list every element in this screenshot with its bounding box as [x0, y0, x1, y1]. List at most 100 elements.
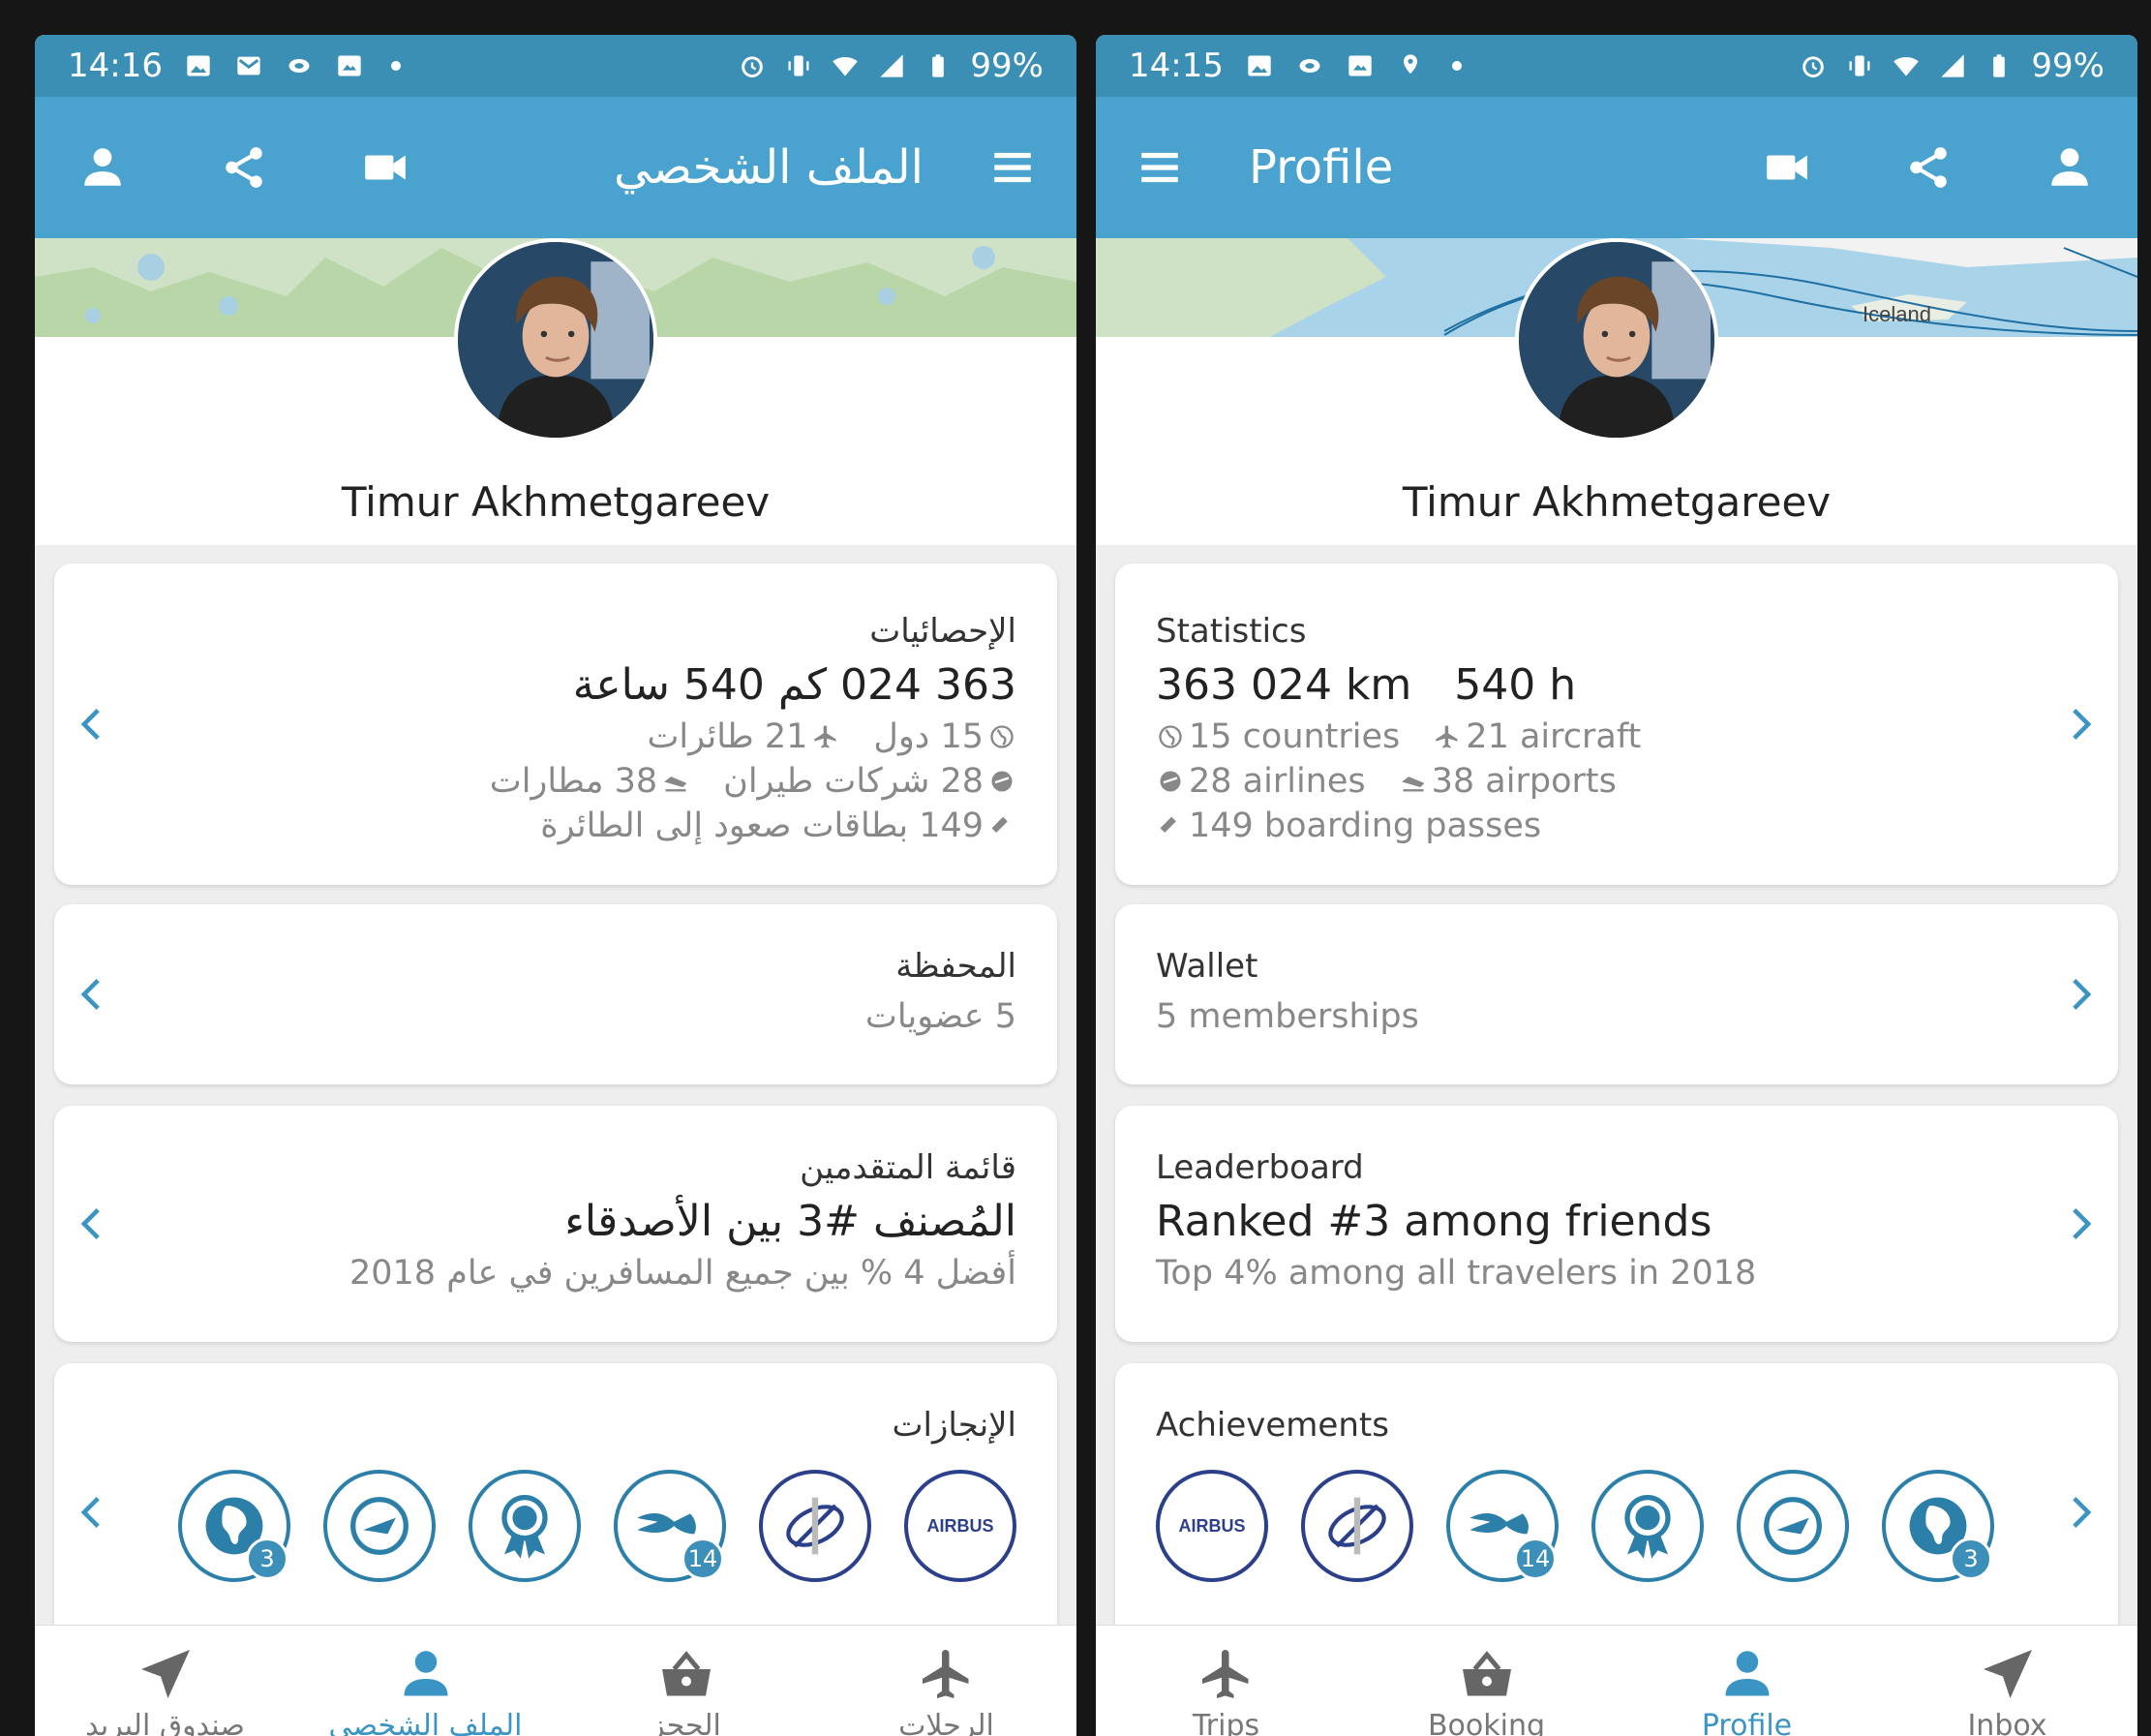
- wallet-title: Wallet: [1156, 947, 1258, 986]
- phone-screen-arabic: 14:16 99% الملف الشخصي Timur Akhmetgaree…: [35, 35, 1076, 1736]
- chevron-right-icon[interactable]: [2058, 1489, 2105, 1536]
- avatar[interactable]: [1515, 238, 1718, 442]
- airplane-icon: [1433, 722, 1462, 751]
- app-bar: Profile: [1096, 97, 2137, 238]
- wallet-card[interactable]: المحفظة 5 عضويات: [54, 904, 1057, 1084]
- eagle-badge-icon[interactable]: 14: [614, 1470, 726, 1582]
- chevron-left-icon[interactable]: [68, 1201, 114, 1247]
- medal-badge-icon[interactable]: [1591, 1470, 1704, 1582]
- africa-globe-badge-icon[interactable]: 3: [1882, 1470, 1994, 1582]
- airline-icon: [1156, 767, 1185, 796]
- battery-icon: [924, 52, 953, 79]
- leaderboard-card[interactable]: Leaderboard Ranked #3 among friends Top …: [1115, 1106, 2118, 1342]
- menu-icon[interactable]: [1129, 137, 1191, 198]
- leaderboard-card[interactable]: قائمة المتقدمين المُصنف #3 بين الأصدقاء …: [54, 1106, 1057, 1342]
- stat-countries: 15 دول: [873, 717, 1016, 756]
- photo-icon: [1346, 52, 1375, 79]
- chevron-left-icon[interactable]: [68, 701, 114, 747]
- basket-icon: [1458, 1645, 1516, 1703]
- chevron-right-icon[interactable]: [2058, 1201, 2105, 1247]
- boeing-badge-icon[interactable]: [1301, 1470, 1413, 1582]
- share-icon[interactable]: [213, 137, 275, 198]
- gmail-icon: [234, 52, 263, 79]
- app-bar: الملف الشخصي: [35, 97, 1076, 238]
- chevron-right-icon[interactable]: [2058, 971, 2105, 1018]
- map-label-iceland: Iceland: [1863, 302, 1931, 326]
- dot-icon: [390, 61, 401, 71]
- page-title: Profile: [1249, 140, 1394, 195]
- leaderboard-rank: Ranked #3 among friends: [1156, 1197, 1712, 1246]
- achievements-card[interactable]: الإنجازات AIRBUS 14 3: [54, 1363, 1057, 1654]
- stat-boarding-passes: 149 بطاقات صعود إلى الطائرة: [540, 807, 1016, 845]
- leaderboard-subtitle: أفضل 4 % بين جميع المسافرين في عام 2018: [348, 1254, 1016, 1293]
- medal-badge-icon[interactable]: [469, 1470, 581, 1582]
- location-settings-icon: [1396, 52, 1425, 79]
- nav-item-inbox[interactable]: Inbox: [1877, 1626, 2137, 1736]
- nav-label: الحجز: [651, 1709, 721, 1736]
- page-title: الملف الشخصي: [614, 140, 924, 195]
- stat-airlines: 28 airlines: [1156, 762, 1366, 801]
- airplane-icon: [811, 722, 840, 751]
- achievements-title: الإنجازات: [892, 1406, 1016, 1445]
- globe-icon: [1156, 722, 1185, 751]
- avatar[interactable]: [454, 238, 657, 442]
- leaderboard-title: قائمة المتقدمين: [800, 1148, 1016, 1187]
- wallet-subtitle: 5 عضويات: [864, 997, 1016, 1036]
- videocam-icon[interactable]: [1756, 137, 1818, 198]
- airbus-badge-icon[interactable]: AIRBUS: [904, 1470, 1016, 1582]
- chevron-left-icon[interactable]: [68, 971, 114, 1018]
- status-bar: 14:16 99%: [35, 35, 1076, 97]
- alarm-icon: [738, 52, 767, 79]
- ticket-icon: [987, 811, 1016, 840]
- wallet-card[interactable]: Wallet 5 memberships: [1115, 904, 2118, 1084]
- nav-item-booking[interactable]: Booking: [1356, 1626, 1617, 1736]
- achievements-card[interactable]: Achievements AIRBUS 14 3: [1115, 1363, 2118, 1654]
- videocam-icon[interactable]: [354, 137, 416, 198]
- menu-icon[interactable]: [982, 137, 1044, 198]
- landing-icon: [1399, 767, 1428, 796]
- airplane-icon: [1197, 1645, 1256, 1703]
- stat-airlines: 28 شركات طيران: [723, 762, 1016, 801]
- airline-icon: [987, 767, 1016, 796]
- image-icon: [184, 52, 213, 79]
- statistics-title: Statistics: [1156, 612, 1307, 651]
- globe-plane-badge-icon[interactable]: [1737, 1470, 1849, 1582]
- person-icon[interactable]: [72, 137, 134, 198]
- nav-label: Trips: [1192, 1709, 1260, 1736]
- statistics-card[interactable]: الإحصائيات 363 024 كم 540 ساعة 15 دول 21…: [54, 563, 1057, 885]
- share-icon[interactable]: [1897, 137, 1959, 198]
- achievements-title: Achievements: [1156, 1406, 1389, 1445]
- chevron-right-icon[interactable]: [2058, 701, 2105, 747]
- status-time: 14:15: [1129, 46, 1224, 85]
- eagle-badge-icon[interactable]: 14: [1446, 1470, 1559, 1582]
- nav-item-trips[interactable]: الرحلات: [816, 1626, 1076, 1736]
- stat-airports: 38 airports: [1399, 762, 1617, 801]
- africa-globe-badge-icon[interactable]: 3: [178, 1470, 290, 1582]
- nav-item-booking[interactable]: الحجز: [556, 1626, 816, 1736]
- status-time: 14:16: [68, 46, 163, 85]
- statistics-card[interactable]: Statistics 363 024 km 540 h 15 countries…: [1115, 563, 2118, 885]
- nav-label: الملف الشخصي: [328, 1709, 523, 1736]
- statistics-totals: 363 024 كم 540 ساعة: [572, 660, 1016, 710]
- globe-plane-badge-icon[interactable]: [323, 1470, 436, 1582]
- nav-label: الرحلات: [898, 1709, 994, 1736]
- profile-name: Timur Akhmetgareev: [1402, 478, 1832, 526]
- profile-name: Timur Akhmetgareev: [341, 478, 771, 526]
- stat-countries: 15 countries: [1156, 717, 1400, 756]
- boeing-badge-icon[interactable]: [759, 1470, 871, 1582]
- airbus-badge-icon[interactable]: AIRBUS: [1156, 1470, 1268, 1582]
- nav-item-inbox[interactable]: صندوق البريد: [35, 1626, 295, 1736]
- person-icon[interactable]: [2039, 137, 2101, 198]
- chevron-left-icon[interactable]: [68, 1489, 114, 1536]
- leaderboard-rank: المُصنف #3 بين الأصدقاء: [564, 1197, 1016, 1246]
- nav-item-profile[interactable]: Profile: [1617, 1626, 1877, 1736]
- battery-percentage: 99%: [970, 46, 1044, 85]
- nav-label: Inbox: [1967, 1709, 2047, 1736]
- landing-icon: [661, 767, 690, 796]
- nav-item-trips[interactable]: Trips: [1096, 1626, 1356, 1736]
- stat-aircraft: 21 طائرات: [647, 717, 840, 756]
- nav-item-profile[interactable]: الملف الشخصي: [295, 1626, 556, 1736]
- wallet-title: المحفظة: [895, 947, 1016, 986]
- bottom-navigation: الرحلات الحجز الملف الشخصي صندوق البريد: [35, 1625, 1076, 1736]
- vibrate-icon: [784, 52, 813, 79]
